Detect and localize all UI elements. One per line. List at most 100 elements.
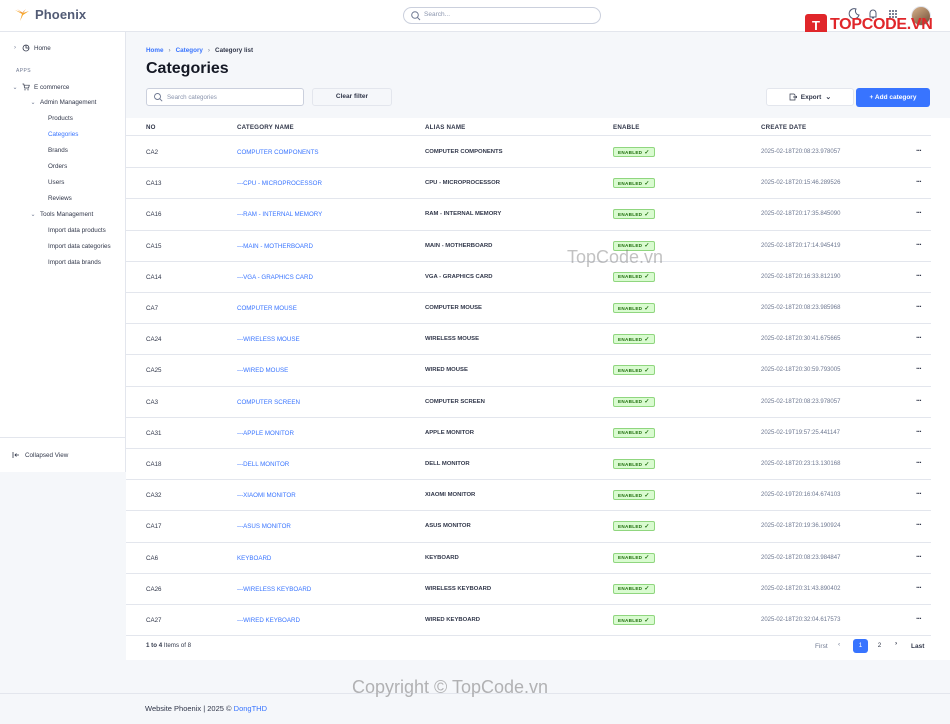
row-actions-icon[interactable]: ··· xyxy=(916,302,922,311)
chevron-down-icon: ⌄ xyxy=(30,212,36,218)
cell-create-date: 2025-02-18T20:17:14.945419 xyxy=(761,242,841,249)
breadcrumb-category[interactable]: Category xyxy=(176,47,203,54)
global-search-input[interactable]: Search... xyxy=(403,7,601,24)
cell-create-date: 2025-02-18T20:19:36.190924 xyxy=(761,523,841,530)
table-row: CA18 ---DELL MONITOR DELL MONITOR ENABLED ✓ 2… xyxy=(126,449,931,481)
cell-category-name-link[interactable]: COMPUTER SCREEN xyxy=(237,399,300,406)
table-header-row: NO CATEGORY NAME ALIAS NAME ENABLE CREAT… xyxy=(126,118,931,136)
row-actions-icon[interactable]: ··· xyxy=(916,614,922,623)
status-badge-label: ENABLED xyxy=(618,243,643,249)
cell-alias-name: COMPUTER MOUSE xyxy=(425,305,482,311)
row-actions-icon[interactable]: ··· xyxy=(916,240,922,249)
sidebar-item-categories[interactable]: Categories xyxy=(48,131,78,138)
column-header-create-date[interactable]: CREATE DATE xyxy=(761,124,806,131)
cell-category-name-link[interactable]: ---VGA - GRAPHICS CARD xyxy=(237,274,313,281)
row-actions-icon[interactable]: ··· xyxy=(916,177,922,186)
column-header-alias-name[interactable]: ALIAS NAME xyxy=(425,124,466,131)
sidebar-item-brands[interactable]: Brands xyxy=(48,147,68,154)
cell-create-date: 2025-02-18T20:08:23.984847 xyxy=(761,554,841,561)
row-actions-icon[interactable]: ··· xyxy=(916,146,922,155)
pagination-page-1[interactable]: 1 xyxy=(853,639,868,653)
sidebar-item-import-products[interactable]: Import data products xyxy=(48,227,106,234)
cell-no: CA2 xyxy=(146,149,159,156)
cell-no: CA18 xyxy=(146,461,162,468)
check-icon: ✓ xyxy=(644,617,650,624)
row-actions-icon[interactable]: ··· xyxy=(916,364,922,373)
pagination-first[interactable]: First xyxy=(815,643,828,650)
sidebar-item-home[interactable]: › Home xyxy=(12,44,51,52)
column-header-category-name[interactable]: CATEGORY NAME xyxy=(237,124,294,131)
cell-category-name-link[interactable]: COMPUTER MOUSE xyxy=(237,305,297,312)
status-badge-label: ENABLED xyxy=(618,211,643,217)
app-logo[interactable]: Phoenix xyxy=(14,7,86,22)
status-badge: ENABLED ✓ xyxy=(613,178,655,189)
row-actions-icon[interactable]: ··· xyxy=(916,208,922,217)
category-search-input[interactable]: Search categories xyxy=(146,88,304,106)
chevron-left-icon[interactable]: ‹ xyxy=(838,641,840,648)
row-actions-icon[interactable]: ··· xyxy=(916,458,922,467)
sidebar-item-import-brands[interactable]: Import data brands xyxy=(48,259,101,266)
table-row: CA16 ---RAM - INTERNAL MEMORY RAM - INTERN… xyxy=(126,199,931,231)
cell-category-name-link[interactable]: ---ASUS MONITOR xyxy=(237,523,291,530)
status-badge: ENABLED ✓ xyxy=(613,271,655,282)
table-row: CA27 ---WIRED KEYBOARD WIRED KEYBOARD ENABL… xyxy=(126,605,931,637)
cell-create-date: 2025-02-18T20:08:23.978057 xyxy=(761,398,841,405)
cell-category-name-link[interactable]: ---WIRELESS KEYBOARD xyxy=(237,586,311,593)
table-row: CA3 COMPUTER SCREEN COMPUTER SCREEN ENABLED… xyxy=(126,387,931,418)
cell-alias-name: DELL MONITOR xyxy=(425,461,470,467)
sidebar-item-label: Reviews xyxy=(48,195,72,202)
cell-category-name-link[interactable]: ---WIRED KEYBOARD xyxy=(237,617,300,624)
cell-category-name-link[interactable]: ---CPU - MICROPROCESSOR xyxy=(237,180,322,187)
sidebar-item-products[interactable]: Products xyxy=(48,115,73,122)
sidebar-item-orders[interactable]: Orders xyxy=(48,163,67,170)
sidebar-item-label: Categories xyxy=(48,131,79,138)
clear-filter-button[interactable]: Clear filter xyxy=(312,88,392,106)
status-badge: ENABLED ✓ xyxy=(613,552,655,563)
cell-alias-name: RAM - INTERNAL MEMORY xyxy=(425,211,502,218)
column-header-no[interactable]: NO xyxy=(146,124,156,131)
check-icon: ✓ xyxy=(644,461,650,468)
cell-category-name-link[interactable]: ---WIRED MOUSE xyxy=(237,367,288,374)
table-row: CA15 ---MAIN - MOTHERBOARD MAIN - MOTHERBO… xyxy=(126,231,931,262)
cell-category-name-link[interactable]: ---WIRELESS MOUSE xyxy=(237,336,300,343)
chevron-right-icon[interactable]: › xyxy=(895,640,897,647)
sidebar-item-label: Users xyxy=(48,179,65,186)
row-actions-icon[interactable]: ··· xyxy=(916,427,922,436)
pagination-page-2[interactable]: 2 xyxy=(872,639,887,653)
row-actions-icon[interactable]: ··· xyxy=(916,271,922,280)
cell-category-name-link[interactable]: ---RAM - INTERNAL MEMORY xyxy=(237,211,322,218)
export-label: Export xyxy=(800,93,822,101)
global-search-placeholder: Search... xyxy=(424,11,451,18)
cell-category-name-link[interactable]: ---MAIN - MOTHERBOARD xyxy=(237,243,313,250)
chevron-down-icon: ⌄ xyxy=(825,94,832,101)
row-actions-icon[interactable]: ··· xyxy=(916,333,922,342)
cell-category-name-link[interactable]: COMPUTER COMPONENTS xyxy=(237,149,318,156)
sidebar-item-ecommerce[interactable]: ⌄ E commerce xyxy=(12,83,69,91)
add-category-button[interactable]: + Add category xyxy=(856,88,930,107)
pagination-last[interactable]: Last xyxy=(911,643,924,650)
sidebar-item-tools-management[interactable]: ⌄ Tools Management xyxy=(30,211,93,218)
sidebar-item-admin-management[interactable]: ⌄ Admin Management xyxy=(30,99,96,106)
column-header-enable[interactable]: ENABLE xyxy=(613,124,640,131)
status-badge-label: ENABLED xyxy=(618,492,643,498)
category-search-placeholder: Search categories xyxy=(167,94,217,101)
row-actions-icon[interactable]: ··· xyxy=(916,520,922,529)
status-badge: ENABLED ✓ xyxy=(613,490,655,501)
row-actions-icon[interactable]: ··· xyxy=(916,396,922,405)
footer-author-link[interactable]: DongTHD xyxy=(234,704,267,713)
sidebar-item-reviews[interactable]: Reviews xyxy=(48,195,72,202)
collapsed-view-button[interactable]: Collapsed View xyxy=(12,451,68,459)
breadcrumb-home[interactable]: Home xyxy=(146,47,164,54)
cell-category-name-link[interactable]: ---DELL MONITOR xyxy=(237,461,289,468)
chevron-down-icon: ⌄ xyxy=(30,100,36,106)
export-button[interactable]: Export ⌄ xyxy=(766,88,854,106)
sidebar-item-import-categories[interactable]: Import data categories xyxy=(48,243,111,250)
sidebar-item-users[interactable]: Users xyxy=(48,179,64,186)
cell-category-name-link[interactable]: ---APPLE MONITOR xyxy=(237,430,294,437)
row-actions-icon[interactable]: ··· xyxy=(916,583,922,592)
cell-category-name-link[interactable]: ---XIAOMI MONITOR xyxy=(237,492,296,499)
row-actions-icon[interactable]: ··· xyxy=(916,552,922,561)
cell-category-name-link[interactable]: KEYBOARD xyxy=(237,555,271,562)
row-actions-icon[interactable]: ··· xyxy=(916,489,922,498)
cell-no: CA24 xyxy=(146,336,162,344)
